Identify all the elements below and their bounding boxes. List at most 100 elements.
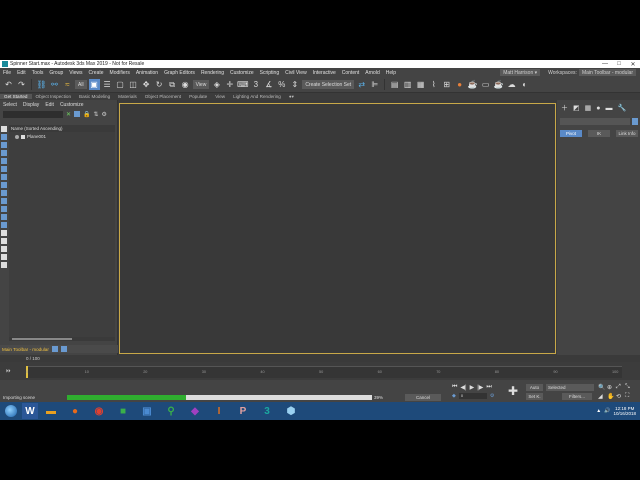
explorer-footer-label[interactable]: Main Toolbar - modular (2, 347, 49, 352)
material-editor-icon[interactable]: ● (454, 79, 465, 90)
schematic-view-icon[interactable]: ⊞ (441, 79, 452, 90)
cameras-filter-icon[interactable] (1, 158, 7, 164)
snaps-toggle-icon[interactable]: 3 (250, 79, 261, 90)
zoom-all-icon[interactable]: ⊕ (607, 384, 616, 391)
ribbon-tab-basic-modeling[interactable]: Basic Modeling (75, 94, 114, 99)
hidden-filter-icon[interactable] (1, 222, 7, 228)
auto-key-button[interactable]: Auto (526, 384, 543, 391)
menu-tools[interactable]: Tools (29, 70, 47, 76)
track-bar-track[interactable] (26, 366, 622, 378)
spinner-snap-icon[interactable]: ⇕ (289, 79, 300, 90)
orbit-icon[interactable]: ⟲ (616, 393, 625, 400)
menu-civil-view[interactable]: Civil View (282, 70, 310, 76)
sync-selection-icon[interactable]: ⇅ (94, 111, 99, 118)
menu-arnold[interactable]: Arnold (362, 70, 382, 76)
menu-modifiers[interactable]: Modifiers (107, 70, 133, 76)
display-none-icon[interactable] (1, 230, 7, 236)
named-selection-dropdown[interactable]: Create Selection Set (302, 80, 355, 89)
play-icon[interactable]: ▶ (470, 384, 475, 391)
menu-create[interactable]: Create (86, 70, 107, 76)
ribbon-tab-object-placement[interactable]: Object Placement (141, 94, 185, 99)
time-slider-frame[interactable]: 0 / 100 (26, 356, 40, 361)
undo-icon[interactable]: ↶ (3, 79, 14, 90)
illustrator-icon[interactable]: I (208, 403, 230, 419)
object-color-swatch[interactable] (632, 118, 638, 125)
speaker-icon[interactable]: 🔊 (604, 408, 610, 414)
layer-explorer-icon[interactable]: ▥ (402, 79, 413, 90)
explorer-menu-customize[interactable]: Customize (57, 102, 87, 108)
link-info-button[interactable]: Link Info (616, 130, 638, 137)
menu-scripting[interactable]: Scripting (257, 70, 282, 76)
workspace-dropdown[interactable]: Main Toolbar - modular (578, 69, 636, 76)
list-item[interactable]: Plane001 (9, 133, 115, 140)
window-titlebar[interactable]: Spinner Start.max - Autodesk 3ds Max 201… (0, 60, 640, 68)
rectangular-selection-icon[interactable]: ▢ (115, 79, 126, 90)
selection-key-filter-dropdown[interactable]: Selected (546, 384, 594, 391)
user-account-dropdown[interactable]: Matt Harrison ▾ (500, 69, 541, 76)
camtasia-recorder-icon[interactable]: ■ (112, 403, 134, 419)
explorer-column-header[interactable]: Name (Sorted Ascending) (9, 125, 115, 132)
explorer-options-icon[interactable]: ⚙ (102, 111, 107, 118)
menu-interactive[interactable]: Interactive (310, 70, 339, 76)
a360-gallery-icon[interactable]: ◐ (519, 79, 530, 90)
zoom-extents-icon[interactable]: ⤢ (616, 384, 625, 391)
menu-edit[interactable]: Edit (14, 70, 29, 76)
taskbar-clock[interactable]: 12:18 PM 10/16/2018 (613, 406, 636, 416)
cancel-button[interactable]: Cancel (405, 394, 441, 401)
reference-coordinate-dropdown[interactable]: View (192, 80, 210, 89)
motion-tab-icon[interactable]: ● (596, 105, 600, 112)
menu-group[interactable]: Group (46, 70, 66, 76)
explorer-horizontal-scrollbar[interactable] (9, 337, 115, 341)
go-to-start-icon[interactable]: ⏮ (452, 384, 457, 391)
mirror-icon[interactable]: ⇄ (356, 79, 367, 90)
select-object-icon[interactable]: ▣ (88, 79, 100, 90)
set-key-icon[interactable]: ✚ (506, 384, 520, 398)
xrefs-filter-icon[interactable] (1, 190, 7, 196)
menu-help[interactable]: Help (383, 70, 399, 76)
redo-icon[interactable]: ↷ (16, 79, 27, 90)
ribbon-tab-populate[interactable]: Populate (185, 94, 211, 99)
ribbon-tab-object-inspection[interactable]: Object Inspection (32, 94, 76, 99)
menu-graph-editors[interactable]: Graph Editors (161, 70, 198, 76)
selection-filter-dropdown[interactable]: All (75, 80, 87, 89)
explorer-menu-select[interactable]: Select (0, 102, 20, 108)
network-app-icon[interactable]: ⚲ (160, 403, 182, 419)
render-in-cloud-icon[interactable]: ☁ (506, 79, 517, 90)
ribbon-tab-get-started[interactable]: Get Started (0, 94, 32, 99)
zoom-extents-all-icon[interactable]: ⤡ (625, 384, 634, 391)
invert-display-icon[interactable] (1, 238, 7, 244)
ik-button[interactable]: IK (588, 130, 610, 137)
menu-customize[interactable]: Customize (227, 70, 257, 76)
zoom-icon[interactable]: 🔍 (598, 384, 607, 391)
modify-tab-icon[interactable]: ◩ (573, 104, 580, 112)
render-production-icon[interactable]: ☕ (493, 79, 504, 90)
object-name-field[interactable] (560, 118, 630, 125)
previous-frame-icon[interactable]: ◀| (460, 384, 466, 391)
powerpoint-icon[interactable]: P (232, 403, 254, 419)
visibility-icon[interactable] (15, 134, 19, 139)
explorer-menu-display[interactable]: Display (20, 102, 42, 108)
select-move-icon[interactable]: ✥ (141, 79, 152, 90)
close-button[interactable]: ✕ (626, 60, 640, 68)
field-of-view-icon[interactable]: ◢ (598, 393, 607, 400)
track-bar-toggle-icon[interactable]: ⏵⏵ (6, 368, 11, 373)
current-frame-field[interactable]: 0 (458, 393, 487, 399)
key-mode-icon[interactable]: ◆ (452, 393, 456, 399)
create-tab-icon[interactable]: ＋ (561, 103, 568, 113)
window-crossing-icon[interactable]: ◫ (128, 79, 139, 90)
rendered-frame-window-icon[interactable]: ▭ (480, 79, 491, 90)
maximize-viewport-icon[interactable]: ⛶ (625, 393, 634, 400)
active-viewport[interactable] (119, 103, 556, 354)
menu-animation[interactable]: Animation (133, 70, 161, 76)
frozen-filter-icon[interactable] (1, 214, 7, 220)
pan-icon[interactable]: ✋ (607, 393, 616, 400)
next-frame-icon[interactable]: |▶ (477, 384, 483, 391)
go-to-end-icon[interactable]: ⏭ (486, 384, 491, 391)
curve-editor-icon[interactable]: ⌇ (428, 79, 439, 90)
layer-icon[interactable] (1, 246, 7, 252)
minimize-button[interactable]: — (598, 60, 612, 68)
select-by-name-icon[interactable]: ☰ (102, 79, 113, 90)
groups-filter-icon[interactable] (1, 182, 7, 188)
bind-spacewarp-icon[interactable]: ≈ (62, 79, 73, 90)
select-rotate-icon[interactable]: ↻ (154, 79, 165, 90)
